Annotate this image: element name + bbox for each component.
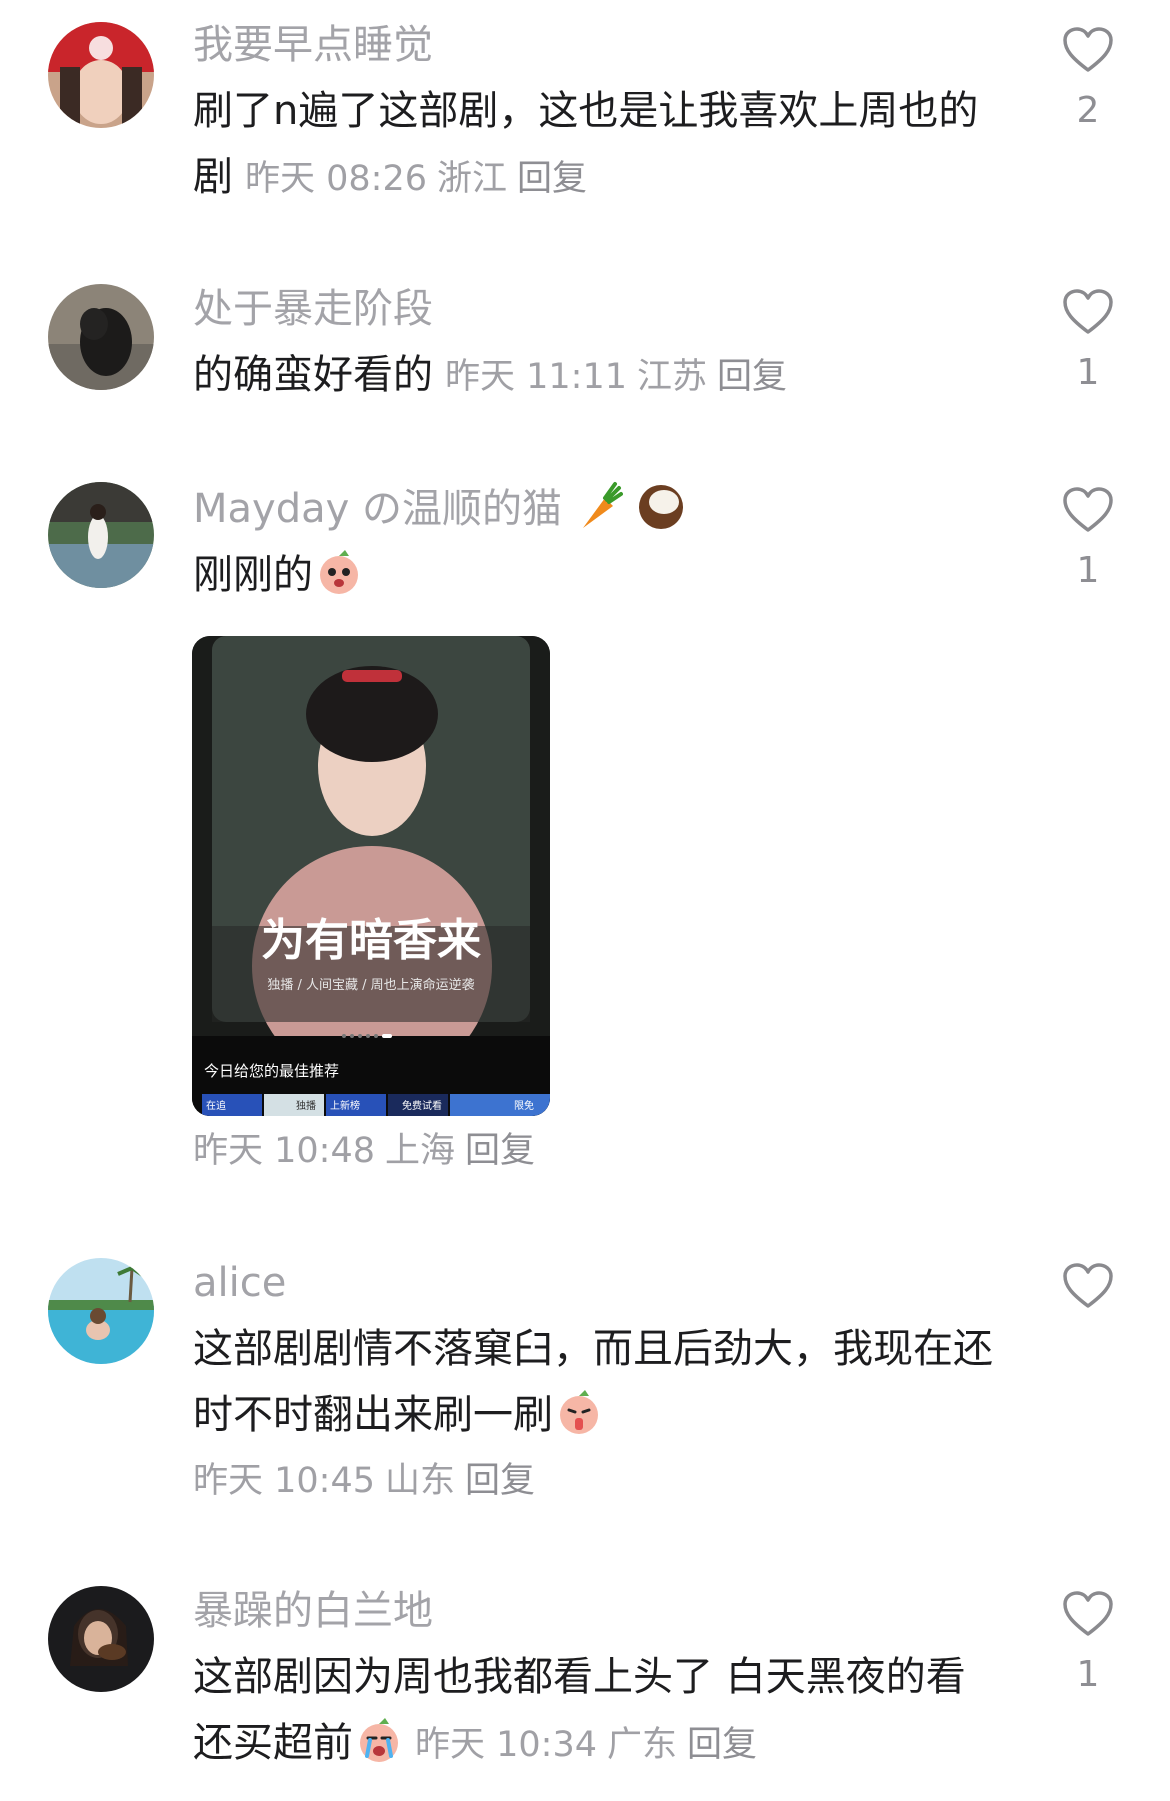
- avatar[interactable]: [48, 1258, 154, 1364]
- comment-location: 广东: [607, 1725, 678, 1765]
- reply-button[interactable]: 回复: [465, 1461, 535, 1501]
- comment-text-content: 刚刚的: [193, 552, 313, 598]
- comment-time: 昨天 08:26: [245, 159, 427, 199]
- poster-subtitle: 独播 / 人间宝藏 / 周也上演命运逆袭: [267, 978, 475, 993]
- comment-meta: 昨天 10:48 上海 回复: [193, 1124, 545, 1178]
- comment-location: 浙江: [437, 159, 508, 199]
- like-count: 2: [1076, 90, 1100, 131]
- like-count: 1: [1076, 550, 1100, 591]
- peach-face-emoji-icon: [320, 550, 358, 594]
- heart-icon: [1063, 487, 1113, 532]
- coconut-icon: [639, 485, 684, 529]
- like-button[interactable]: 1: [1058, 288, 1118, 393]
- carrot-icon: [582, 482, 623, 528]
- comment-text: 这部剧剧情不落窠臼，而且后劲大，我现在还时不时翻出来刷一刷: [193, 1316, 993, 1448]
- comment-image[interactable]: 为有暗香来 独播 / 人间宝藏 / 周也上演命运逆袭 今日给您的最佳推荐 在追 …: [192, 636, 550, 1116]
- comment-text-content: 的确蛮好看的: [193, 352, 433, 398]
- reply-button[interactable]: 回复: [517, 159, 587, 199]
- like-button[interactable]: 1: [1058, 1590, 1118, 1695]
- poster-tag: 在追: [206, 1101, 226, 1112]
- comment-meta: 昨天 10:34 广东 回复: [415, 1725, 767, 1765]
- avatar[interactable]: [48, 22, 154, 128]
- comment-meta: 昨天 08:26 浙江 回复: [245, 159, 597, 199]
- comment-location: 山东: [385, 1461, 456, 1501]
- peach-pray-emoji-icon: [560, 1390, 598, 1434]
- comment-text: 这部剧因为周也我都看上头了 白天黑夜的看还买超前 昨天 10:34 广东 回复: [193, 1644, 993, 1778]
- reply-button[interactable]: 回复: [717, 357, 787, 397]
- poster-tag: 独播: [296, 1101, 316, 1112]
- heart-icon: [1063, 1263, 1113, 1308]
- comment-time: 昨天 11:11: [445, 357, 627, 397]
- heart-icon: [1063, 289, 1113, 334]
- heart-icon: [1063, 27, 1113, 72]
- comment-time: 昨天 10:34: [415, 1725, 597, 1765]
- username-text: Mayday の温顺的猫: [193, 486, 562, 532]
- username[interactable]: 处于暴走阶段: [193, 282, 993, 336]
- comment-meta: 昨天 11:11 江苏 回复: [445, 357, 797, 397]
- avatar[interactable]: [48, 482, 154, 588]
- like-button[interactable]: 2: [1058, 26, 1118, 131]
- username[interactable]: 我要早点睡觉: [193, 18, 993, 72]
- reply-button[interactable]: 回复: [687, 1725, 757, 1765]
- like-button[interactable]: 1: [1058, 486, 1118, 591]
- heart-icon: [1063, 1591, 1113, 1636]
- username[interactable]: Mayday の温顺的猫: [193, 480, 993, 536]
- comment-time: 昨天 10:45: [193, 1461, 375, 1501]
- avatar[interactable]: [48, 284, 154, 390]
- username[interactable]: alice: [193, 1256, 993, 1310]
- like-count: 1: [1076, 1654, 1100, 1695]
- comment-location: 江苏: [637, 357, 708, 397]
- comment-time: 昨天 10:48: [193, 1131, 375, 1171]
- reply-button[interactable]: 回复: [465, 1131, 535, 1171]
- poster-tag: 限免: [514, 1101, 534, 1112]
- comment-list: 我要早点睡觉 刷了n遍了这部剧，这也是让我喜欢上周也的剧 昨天 08:26 浙江 回复…: [0, 0, 1170, 1801]
- poster-banner: 今日给您的最佳推荐: [204, 1062, 340, 1080]
- like-count: 1: [1076, 352, 1100, 393]
- avatar[interactable]: [48, 1586, 154, 1692]
- poster-tags: 在追 独播 上新榜 免费试看 限免: [202, 1097, 550, 1115]
- comment-text: 的确蛮好看的 昨天 11:11 江苏 回复: [193, 342, 993, 410]
- like-button[interactable]: [1058, 1262, 1118, 1326]
- peach-cry-emoji-icon: [360, 1718, 398, 1762]
- username[interactable]: 暴躁的白兰地: [193, 1584, 993, 1638]
- poster-tag: 上新榜: [330, 1101, 360, 1112]
- poster-tag: 免费试看: [402, 1101, 442, 1112]
- comment-text: 刚刚的: [193, 542, 993, 608]
- comment-text: 刷了n遍了这部剧，这也是让我喜欢上周也的剧 昨天 08:26 浙江 回复: [193, 78, 993, 212]
- poster-title: 为有暗香来: [261, 915, 481, 966]
- comment-meta: 昨天 10:45 山东 回复: [193, 1454, 993, 1508]
- comment-location: 上海: [385, 1131, 456, 1171]
